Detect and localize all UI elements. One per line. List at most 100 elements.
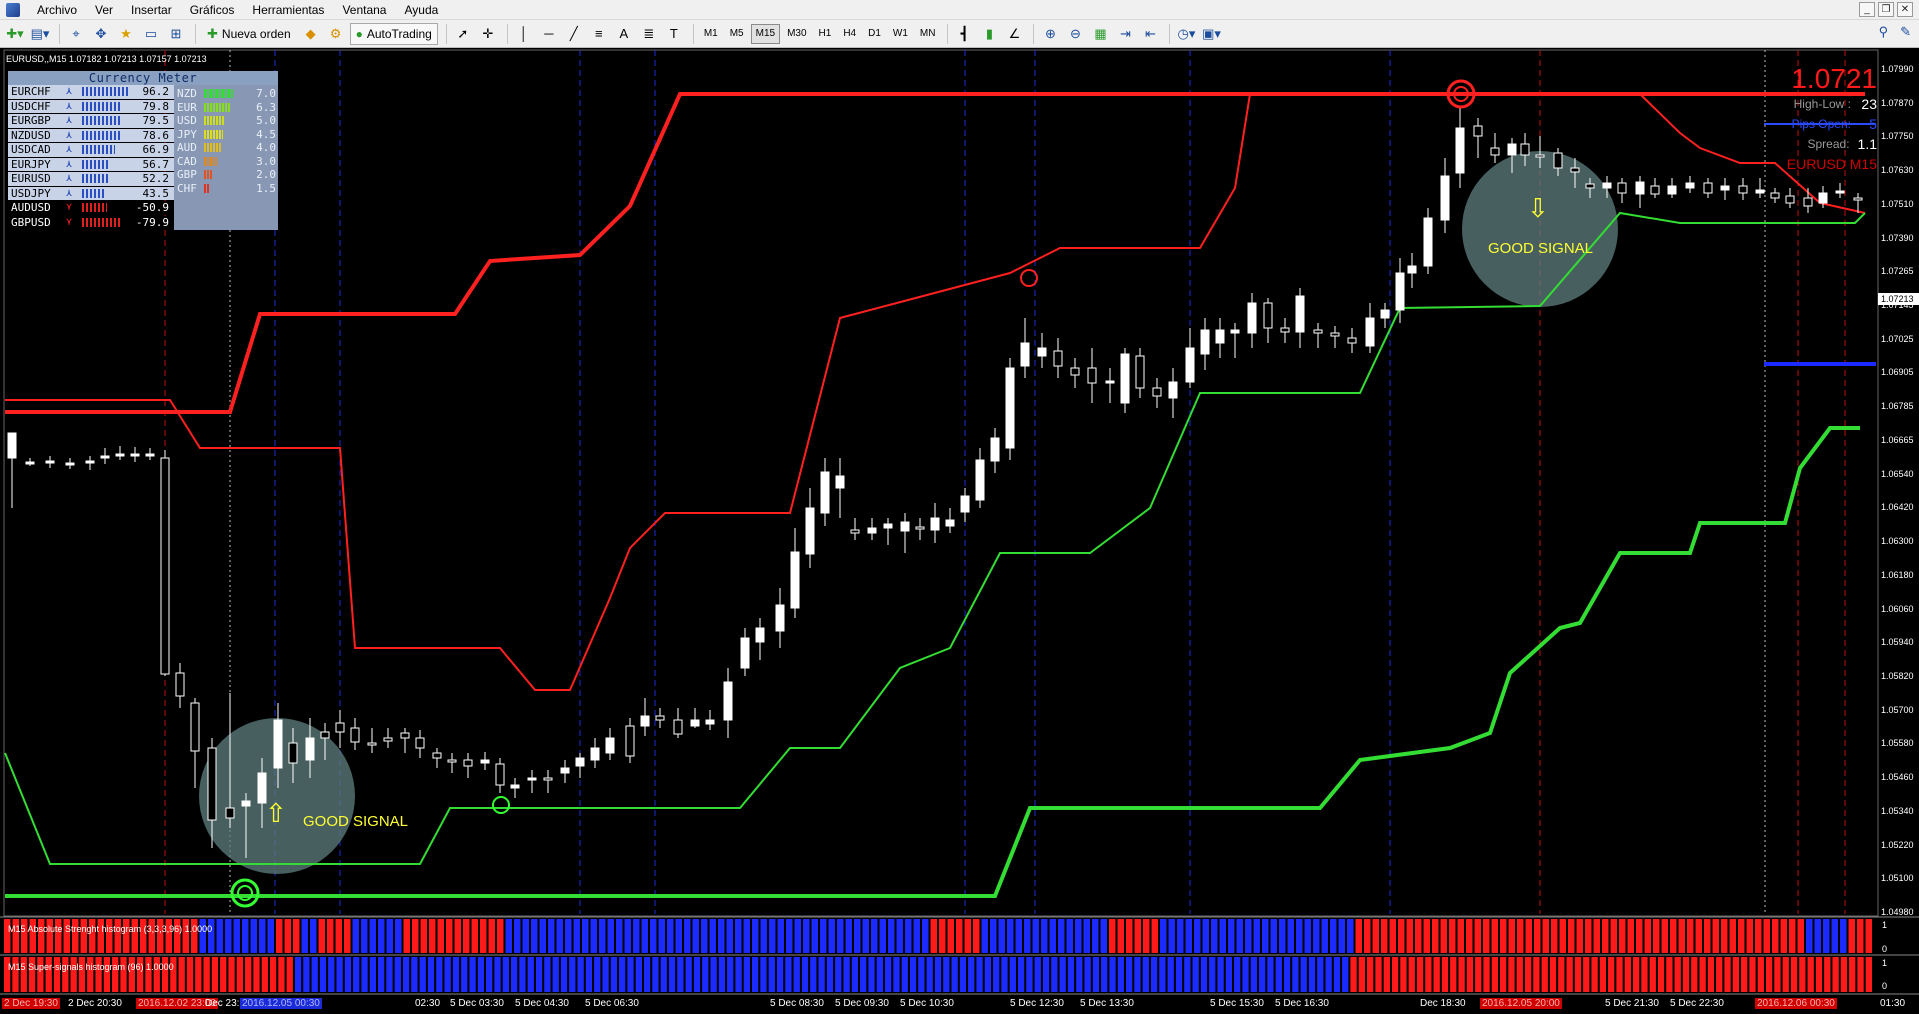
timeframe-mn[interactable]: MN <box>915 24 941 44</box>
supersignal-histogram-bar <box>1599 957 1607 992</box>
supersignal-histogram-bar <box>461 957 468 992</box>
strength-histogram-bar <box>786 919 793 953</box>
timeframe-m15[interactable]: M15 <box>750 23 781 44</box>
strength-histogram-bar <box>1780 919 1787 953</box>
market-watch-icon[interactable]: ⌖ <box>65 23 87 45</box>
supersignal-histogram-bar <box>1608 957 1615 992</box>
strength-histogram-bar <box>488 919 495 953</box>
navigator-icon[interactable]: ★ <box>115 23 137 45</box>
supersignal-histogram-bar <box>1283 957 1291 992</box>
minimize-icon[interactable]: _ <box>1859 2 1875 17</box>
menu-herramientas[interactable]: Herramientas <box>243 0 333 20</box>
currency-name: CAD <box>177 154 197 168</box>
currency-name: USD <box>177 114 197 128</box>
timeframe-m30[interactable]: M30 <box>782 24 811 44</box>
trendline-icon[interactable]: ╱ <box>563 23 585 45</box>
chat-icon[interactable]: ✎ <box>1900 24 1911 40</box>
strength-histogram-bar <box>973 919 980 953</box>
auto-scroll-icon[interactable]: ⇥ <box>1114 23 1136 45</box>
timeframe-w1[interactable]: W1 <box>888 24 913 44</box>
timeframe-d1[interactable]: D1 <box>863 24 886 44</box>
supersignal-histogram-bar <box>261 957 268 992</box>
menu-graficos[interactable]: Gráficos <box>181 0 244 20</box>
new-chart-icon[interactable]: ✚▾ <box>4 23 26 45</box>
label-icon[interactable]: T <box>663 23 685 45</box>
strength-histogram-bar <box>1602 919 1609 953</box>
strength-histogram-bar <box>1593 919 1600 953</box>
supersignal-histogram-bar <box>1765 957 1773 992</box>
timeframe-m5[interactable]: M5 <box>725 24 749 44</box>
cursor-icon[interactable]: ➚ <box>452 23 474 45</box>
zoom-in-icon[interactable]: ⊕ <box>1039 23 1061 45</box>
strength-histogram-bar <box>794 919 801 953</box>
price-axis[interactable]: 1.07990 1.07870 1.07750 1.07630 1.07510 1.073… <box>1878 48 1919 918</box>
channel-icon[interactable]: ≡ <box>588 23 610 45</box>
timeframe-h1[interactable]: H1 <box>814 24 837 44</box>
menu-ver[interactable]: Ver <box>86 0 122 20</box>
currency-name: NZD <box>177 87 197 101</box>
metaeditor-icon[interactable]: ◆ <box>300 23 322 45</box>
price-tick-label: 1.05340 <box>1881 805 1914 816</box>
templates-icon[interactable]: ▣▾ <box>1200 23 1222 45</box>
line-chart-icon[interactable]: ∠ <box>1003 23 1025 45</box>
chart-shift-icon[interactable]: ⇤ <box>1139 23 1161 45</box>
tile-windows-icon[interactable]: ▦ <box>1089 23 1111 45</box>
timeframe-m1[interactable]: M1 <box>699 24 723 44</box>
crosshair-icon[interactable]: ✛ <box>477 23 499 45</box>
strength-histogram-bar <box>446 919 453 953</box>
candlestick <box>960 495 970 513</box>
strength-histogram-bar <box>1262 919 1269 953</box>
supersignal-histogram-bar <box>203 957 210 992</box>
text-icon[interactable]: A <box>613 23 635 45</box>
close-icon[interactable]: ✕ <box>1897 2 1913 17</box>
time-tick-label: 2 Dec 20:30 <box>68 998 122 1009</box>
strength-histogram-bar <box>480 919 487 953</box>
strength-histogram-bar <box>939 919 946 953</box>
candlestick <box>1770 192 1780 199</box>
data-window-icon[interactable]: ✥ <box>90 23 112 45</box>
supersignal-histogram-bar <box>328 957 335 992</box>
pips-open-label: Pips Open: <box>1791 117 1851 131</box>
new-order-button[interactable]: ✚ Nueva orden <box>201 23 297 45</box>
vertical-line-icon[interactable]: │ <box>513 23 535 45</box>
pair-name: EURJPY <box>11 157 51 171</box>
zoom-out-icon[interactable]: ⊖ <box>1064 23 1086 45</box>
time-axis[interactable]: 2 Dec 19:30 2 Dec 20:30 2016.12.02 23:00 De… <box>0 995 1919 1014</box>
horizontal-line-icon[interactable]: ─ <box>538 23 560 45</box>
menu-ayuda[interactable]: Ayuda <box>395 0 447 20</box>
strength-histogram-bar <box>1823 919 1830 953</box>
supersignal-histogram-bar <box>303 957 310 992</box>
strength-histogram-bar <box>403 919 410 953</box>
strength-histogram-bar <box>556 919 563 953</box>
supersignal-histogram-bar <box>1524 957 1532 992</box>
supersignal-histogram-bar <box>801 957 809 992</box>
candlestick <box>1365 317 1375 347</box>
menu-insertar[interactable]: Insertar <box>122 0 181 20</box>
strategy-tester-icon[interactable]: ⊞ <box>165 23 187 45</box>
terminal-icon[interactable]: ▭ <box>140 23 162 45</box>
restore-icon[interactable]: ❐ <box>1878 2 1894 17</box>
experts-icon[interactable]: ⚙ <box>325 23 347 45</box>
currency-strength-bars <box>204 156 217 166</box>
sell-arrow-icon: ⇩ <box>1527 193 1549 223</box>
strength-histogram-bar <box>378 919 385 953</box>
price-chart[interactable] <box>0 48 1919 1014</box>
search-icon[interactable]: ⚲ <box>1879 24 1889 40</box>
bar-chart-icon[interactable]: ┫ <box>953 23 975 45</box>
candlestick <box>273 719 283 769</box>
currency-strength-row: GBP 2.0 <box>174 168 278 182</box>
fibonacci-icon[interactable]: ≣ <box>638 23 660 45</box>
strength-histogram-bar <box>1406 919 1413 953</box>
timeframe-h4[interactable]: H4 <box>838 24 861 44</box>
menu-ventana[interactable]: Ventana <box>333 0 395 20</box>
supersignal-histogram-bar <box>1624 957 1631 992</box>
strength-histogram-bar <box>1474 919 1481 953</box>
supersignal-histogram-bar <box>735 957 742 992</box>
strength-histogram-bar <box>1721 919 1728 953</box>
profiles-icon[interactable]: ▤▾ <box>29 23 51 45</box>
menu-archivo[interactable]: Archivo <box>28 0 86 20</box>
strength-histogram-bar <box>1865 919 1872 953</box>
periods-icon[interactable]: ◷▾ <box>1175 23 1197 45</box>
candlestick-icon[interactable]: ▮ <box>978 23 1000 45</box>
autotrading-button[interactable]: ● AutoTrading <box>349 22 438 45</box>
